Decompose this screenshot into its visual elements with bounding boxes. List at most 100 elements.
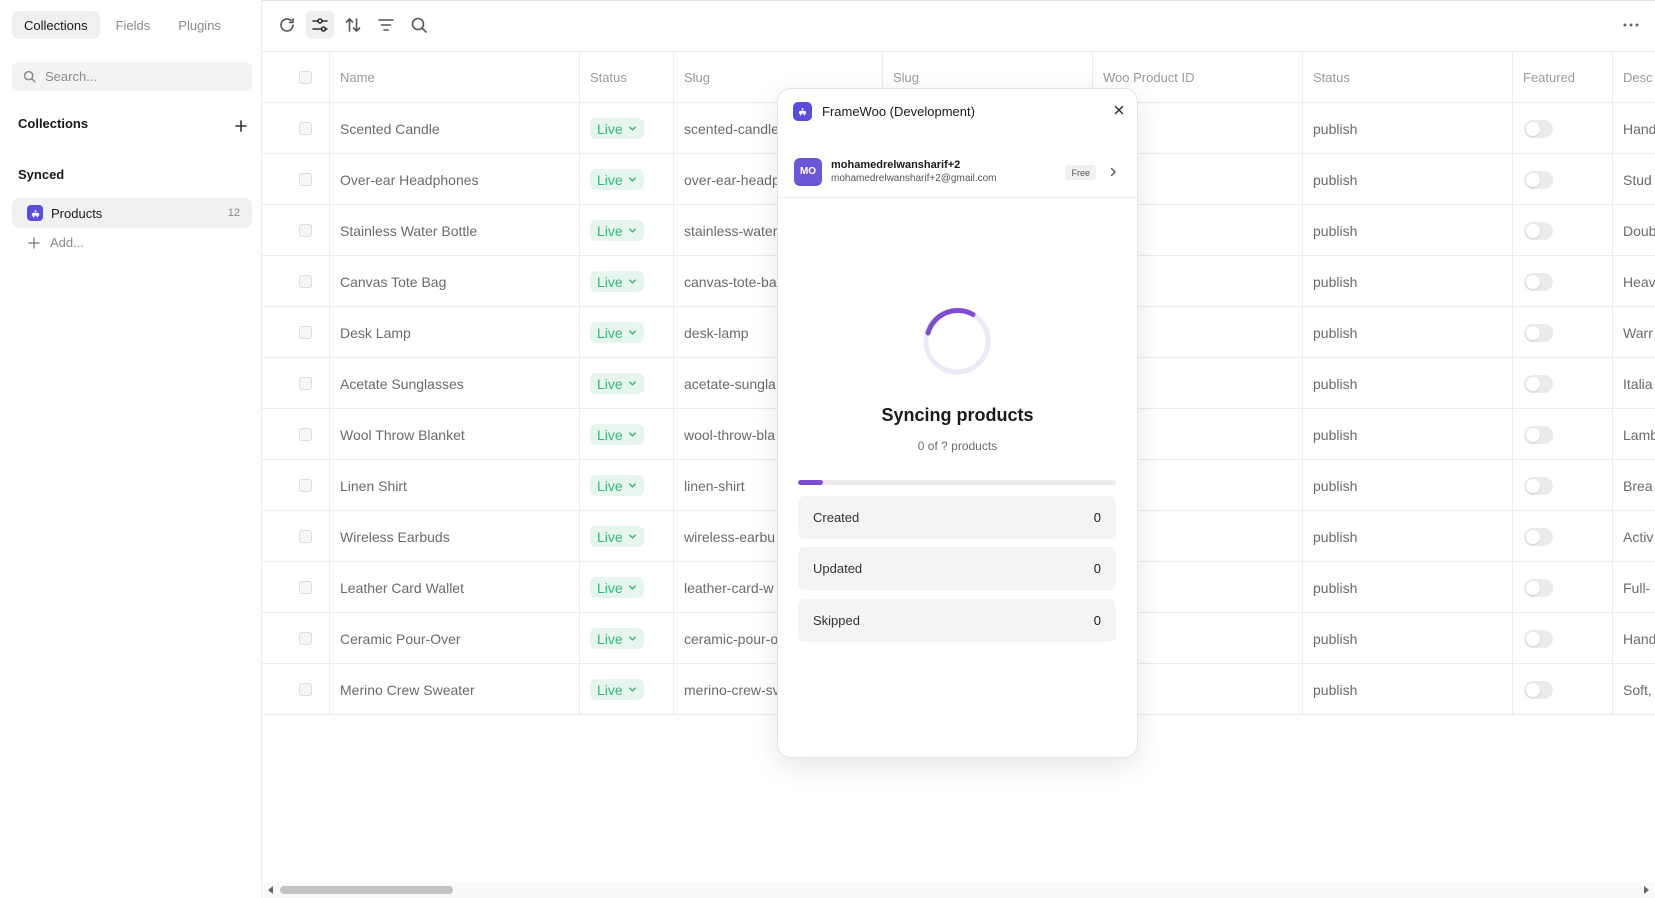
- cell-status-2[interactable]: publish: [1303, 664, 1513, 715]
- row-checkbox[interactable]: [299, 581, 312, 594]
- row-checkbox[interactable]: [299, 173, 312, 186]
- sort-button[interactable]: [339, 11, 367, 39]
- row-checkbox[interactable]: [299, 224, 312, 237]
- cell-status-2[interactable]: publish: [1303, 460, 1513, 511]
- cell-status-2[interactable]: publish: [1303, 307, 1513, 358]
- featured-toggle[interactable]: [1524, 476, 1553, 495]
- featured-toggle[interactable]: [1524, 629, 1553, 648]
- chevron-down-icon: [628, 585, 636, 590]
- cell-name[interactable]: Wireless Earbuds: [330, 511, 580, 562]
- row-checkbox[interactable]: [299, 479, 312, 492]
- search-button[interactable]: [405, 11, 433, 39]
- cell-description[interactable]: Brea: [1613, 460, 1655, 511]
- cell-description[interactable]: Lamb: [1613, 409, 1655, 460]
- cell-name[interactable]: Over-ear Headphones: [330, 154, 580, 205]
- select-all-checkbox[interactable]: [299, 71, 312, 84]
- cell-description[interactable]: Heav: [1613, 256, 1655, 307]
- cell-name[interactable]: Merino Crew Sweater: [330, 664, 580, 715]
- column-header-featured[interactable]: Featured: [1513, 52, 1613, 103]
- featured-toggle[interactable]: [1524, 578, 1553, 597]
- status-dropdown[interactable]: Live: [590, 373, 644, 394]
- status-dropdown[interactable]: Live: [590, 526, 644, 547]
- status-dropdown[interactable]: Live: [590, 424, 644, 445]
- featured-toggle[interactable]: [1524, 425, 1553, 444]
- cell-name[interactable]: Acetate Sunglasses: [330, 358, 580, 409]
- cell-description[interactable]: Warr: [1613, 307, 1655, 358]
- account-row[interactable]: MO mohamedrelwansharif+2 mohamedrelwansh…: [778, 146, 1137, 198]
- scroll-left-icon[interactable]: [266, 885, 276, 895]
- cell-description[interactable]: Activ: [1613, 511, 1655, 562]
- cell-description[interactable]: Soft,: [1613, 664, 1655, 715]
- status-dropdown[interactable]: Live: [590, 169, 644, 190]
- status-dropdown[interactable]: Live: [590, 118, 644, 139]
- status-dropdown[interactable]: Live: [590, 220, 644, 241]
- cell-description[interactable]: Doub: [1613, 205, 1655, 256]
- tab-collections[interactable]: Collections: [12, 11, 100, 39]
- refresh-button[interactable]: [273, 11, 301, 39]
- row-checkbox[interactable]: [299, 428, 312, 441]
- status-dropdown[interactable]: Live: [590, 679, 644, 700]
- cell-status-2[interactable]: publish: [1303, 103, 1513, 154]
- column-header-description[interactable]: Desc: [1613, 52, 1655, 103]
- cell-status-2[interactable]: publish: [1303, 613, 1513, 664]
- status-dropdown[interactable]: Live: [590, 475, 644, 496]
- cell-description[interactable]: Hand: [1613, 103, 1655, 154]
- cell-description[interactable]: Italia: [1613, 358, 1655, 409]
- tab-plugins[interactable]: Plugins: [166, 11, 233, 39]
- cell-status-2[interactable]: publish: [1303, 205, 1513, 256]
- status-dropdown[interactable]: Live: [590, 577, 644, 598]
- cell-status-2[interactable]: publish: [1303, 256, 1513, 307]
- cell-name[interactable]: Leather Card Wallet: [330, 562, 580, 613]
- column-header-status[interactable]: Status: [580, 52, 674, 103]
- featured-toggle[interactable]: [1524, 119, 1553, 138]
- search-input[interactable]: [45, 69, 235, 84]
- row-checkbox[interactable]: [299, 377, 312, 390]
- chevron-down-icon: [628, 228, 636, 233]
- cell-status-2[interactable]: publish: [1303, 154, 1513, 205]
- fields-settings-button[interactable]: [306, 11, 334, 39]
- cell-description[interactable]: Full-: [1613, 562, 1655, 613]
- row-checkbox[interactable]: [299, 326, 312, 339]
- cell-name[interactable]: Linen Shirt: [330, 460, 580, 511]
- scrollbar-thumb[interactable]: [280, 886, 453, 894]
- row-checkbox[interactable]: [299, 275, 312, 288]
- featured-toggle[interactable]: [1524, 221, 1553, 240]
- filter-button[interactable]: [372, 11, 400, 39]
- row-checkbox[interactable]: [299, 122, 312, 135]
- scroll-right-icon[interactable]: [1641, 885, 1651, 895]
- cell-name[interactable]: Stainless Water Bottle: [330, 205, 580, 256]
- status-dropdown[interactable]: Live: [590, 628, 644, 649]
- sidebar-item-products[interactable]: Products 12: [12, 198, 252, 228]
- cell-featured: [1513, 205, 1613, 256]
- cell-name[interactable]: Ceramic Pour-Over: [330, 613, 580, 664]
- row-checkbox[interactable]: [299, 530, 312, 543]
- row-checkbox[interactable]: [299, 683, 312, 696]
- featured-toggle[interactable]: [1524, 680, 1553, 699]
- row-checkbox[interactable]: [299, 632, 312, 645]
- cell-name[interactable]: Scented Candle: [330, 103, 580, 154]
- featured-toggle[interactable]: [1524, 272, 1553, 291]
- cell-name[interactable]: Desk Lamp: [330, 307, 580, 358]
- add-collection-icon[interactable]: [233, 118, 249, 134]
- cell-description[interactable]: Hand: [1613, 613, 1655, 664]
- cell-status-2[interactable]: publish: [1303, 409, 1513, 460]
- add-synced-button[interactable]: Add...: [28, 235, 84, 250]
- close-icon[interactable]: [1113, 104, 1125, 116]
- cell-name[interactable]: Canvas Tote Bag: [330, 256, 580, 307]
- cell-status-2[interactable]: publish: [1303, 511, 1513, 562]
- column-header-status-2[interactable]: Status: [1303, 52, 1513, 103]
- status-dropdown[interactable]: Live: [590, 322, 644, 343]
- featured-toggle[interactable]: [1524, 323, 1553, 342]
- more-button[interactable]: [1617, 11, 1645, 39]
- cell-status-2[interactable]: publish: [1303, 562, 1513, 613]
- featured-toggle[interactable]: [1524, 170, 1553, 189]
- horizontal-scrollbar[interactable]: [262, 882, 1655, 898]
- featured-toggle[interactable]: [1524, 527, 1553, 546]
- column-header-name[interactable]: Name: [330, 52, 580, 103]
- cell-description[interactable]: Stud: [1613, 154, 1655, 205]
- tab-fields[interactable]: Fields: [104, 11, 163, 39]
- cell-name[interactable]: Wool Throw Blanket: [330, 409, 580, 460]
- featured-toggle[interactable]: [1524, 374, 1553, 393]
- status-dropdown[interactable]: Live: [590, 271, 644, 292]
- cell-status-2[interactable]: publish: [1303, 358, 1513, 409]
